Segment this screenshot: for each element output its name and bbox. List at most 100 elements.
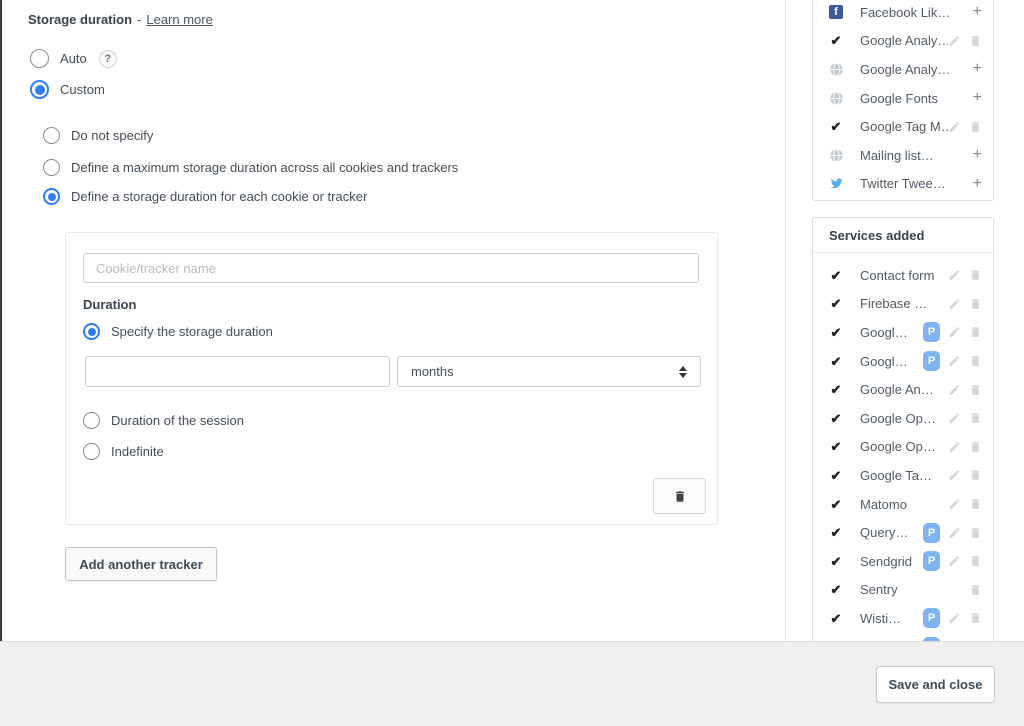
service-name: Google Analy… — [860, 33, 948, 48]
globe-icon — [828, 148, 844, 163]
check-icon: ✔ — [828, 120, 844, 133]
add-another-tracker-button[interactable]: Add another tracker — [65, 547, 217, 581]
radio-session-duration-circle[interactable] — [83, 412, 100, 429]
edit-service-button[interactable] — [948, 383, 961, 397]
edit-service-button[interactable] — [948, 554, 961, 568]
available-service-row: Google Fonts + — [813, 84, 993, 113]
edit-service-button[interactable] — [948, 497, 961, 511]
delete-service-button[interactable] — [969, 34, 982, 48]
storage-duration-panel: Storage duration - Learn more Auto ? Cus… — [0, 0, 786, 641]
edit-service-button[interactable] — [948, 325, 961, 339]
radio-specify-duration[interactable]: Specify the storage duration — [83, 323, 273, 340]
service-name: Sendgrid — [860, 554, 923, 569]
select-arrows-icon — [679, 366, 687, 378]
delete-service-button[interactable] — [969, 468, 982, 482]
radio-session-duration[interactable]: Duration of the session — [83, 412, 244, 429]
service-name: Google Ta… — [860, 468, 948, 483]
radio-auto[interactable]: Auto ? — [30, 49, 117, 68]
premium-badge: P — [923, 551, 940, 571]
duration-unit-value: months — [411, 364, 454, 379]
radio-indefinite-circle[interactable] — [83, 443, 100, 460]
delete-service-button[interactable] — [969, 583, 982, 597]
services-added-title: Services added — [813, 218, 993, 253]
edit-service-button[interactable] — [948, 611, 961, 625]
added-service-row: ✔Firebase … — [813, 290, 993, 319]
added-service-row: ✔Googl…P — [813, 318, 993, 347]
delete-tracker-button[interactable] — [653, 478, 706, 514]
available-service-row: Google Analy… + — [813, 55, 993, 84]
learn-more-link[interactable]: Learn more — [146, 12, 212, 27]
cookie-tracker-name-input[interactable] — [83, 253, 699, 283]
delete-service-button[interactable] — [969, 297, 982, 311]
service-name: Matomo — [860, 497, 948, 512]
available-service-row: ✔ Google Analy… — [813, 27, 993, 56]
edit-service-button[interactable] — [948, 297, 961, 311]
radio-do-not-specify-circle[interactable] — [43, 127, 60, 144]
add-service-button[interactable]: + — [973, 90, 982, 106]
radio-max-duration-label: Define a maximum storage duration across… — [71, 160, 458, 175]
delete-service-button[interactable] — [969, 268, 982, 282]
delete-service-button[interactable] — [969, 497, 982, 511]
globe-icon — [828, 91, 844, 106]
radio-custom-circle[interactable] — [30, 80, 49, 99]
check-icon: ✔ — [828, 383, 844, 396]
delete-service-button[interactable] — [969, 526, 982, 540]
add-service-button[interactable]: + — [973, 4, 982, 20]
available-service-row: ✔ Google Tag M… — [813, 112, 993, 141]
storage-duration-title: Storage duration — [28, 12, 132, 27]
edit-service-button[interactable] — [948, 354, 961, 368]
delete-service-button[interactable] — [969, 411, 982, 425]
edit-service-button[interactable] — [948, 120, 961, 134]
add-service-button[interactable]: + — [973, 61, 982, 77]
check-icon: ✔ — [828, 612, 844, 625]
service-name: Google Op… — [860, 411, 948, 426]
radio-auto-circle[interactable] — [30, 49, 49, 68]
radio-specify-duration-circle[interactable] — [83, 323, 100, 340]
radio-max-duration-circle[interactable] — [43, 159, 60, 176]
edit-service-button[interactable] — [948, 411, 961, 425]
save-and-close-button[interactable]: Save and close — [876, 666, 995, 703]
available-service-row: Facebook Lik… + — [813, 0, 993, 27]
duration-amount-input[interactable] — [85, 356, 390, 387]
radio-custom[interactable]: Custom — [30, 80, 105, 99]
duration-unit-select[interactable]: months — [397, 356, 701, 387]
added-service-row: ✔Googl…P — [813, 347, 993, 376]
delete-service-button[interactable] — [969, 383, 982, 397]
radio-per-tracker-duration[interactable]: Define a storage duration for each cooki… — [43, 188, 367, 205]
delete-service-button[interactable] — [969, 611, 982, 625]
service-name: Mailing list… — [860, 148, 973, 163]
delete-service-button[interactable] — [969, 440, 982, 454]
delete-service-button[interactable] — [969, 354, 982, 368]
check-icon: ✔ — [828, 469, 844, 482]
edit-service-button[interactable] — [948, 440, 961, 454]
check-icon: ✔ — [828, 583, 844, 596]
added-service-row: ✔Google Op… — [813, 404, 993, 433]
add-service-button[interactable]: + — [973, 176, 982, 192]
edit-service-button[interactable] — [948, 34, 961, 48]
edit-service-button[interactable] — [948, 526, 961, 540]
page-title: Storage duration - Learn more — [28, 12, 213, 27]
delete-service-button[interactable] — [969, 554, 982, 568]
duration-label: Duration — [83, 297, 136, 312]
radio-indefinite[interactable]: Indefinite — [83, 443, 164, 460]
added-service-row: ✔Google An… — [813, 375, 993, 404]
add-service-button[interactable]: + — [973, 147, 982, 163]
radio-max-duration[interactable]: Define a maximum storage duration across… — [43, 159, 458, 176]
premium-badge: P — [923, 322, 940, 342]
check-icon: ✔ — [828, 355, 844, 368]
delete-service-button[interactable] — [969, 120, 982, 134]
edit-service-button[interactable] — [948, 268, 961, 282]
globe-icon — [828, 62, 844, 77]
service-name: Google Op… — [860, 439, 948, 454]
radio-indefinite-label: Indefinite — [111, 444, 164, 459]
help-icon[interactable]: ? — [99, 50, 117, 68]
service-name: Contact form — [860, 268, 948, 283]
added-service-row: ✔ Google Ta… — [813, 461, 993, 490]
delete-service-button[interactable] — [969, 325, 982, 339]
service-name: Googl… — [860, 354, 923, 369]
radio-do-not-specify[interactable]: Do not specify — [43, 127, 153, 144]
check-icon: ✔ — [828, 440, 844, 453]
edit-service-button[interactable] — [948, 468, 961, 482]
service-name: Sentry — [860, 582, 969, 597]
radio-per-tracker-circle[interactable] — [43, 188, 60, 205]
